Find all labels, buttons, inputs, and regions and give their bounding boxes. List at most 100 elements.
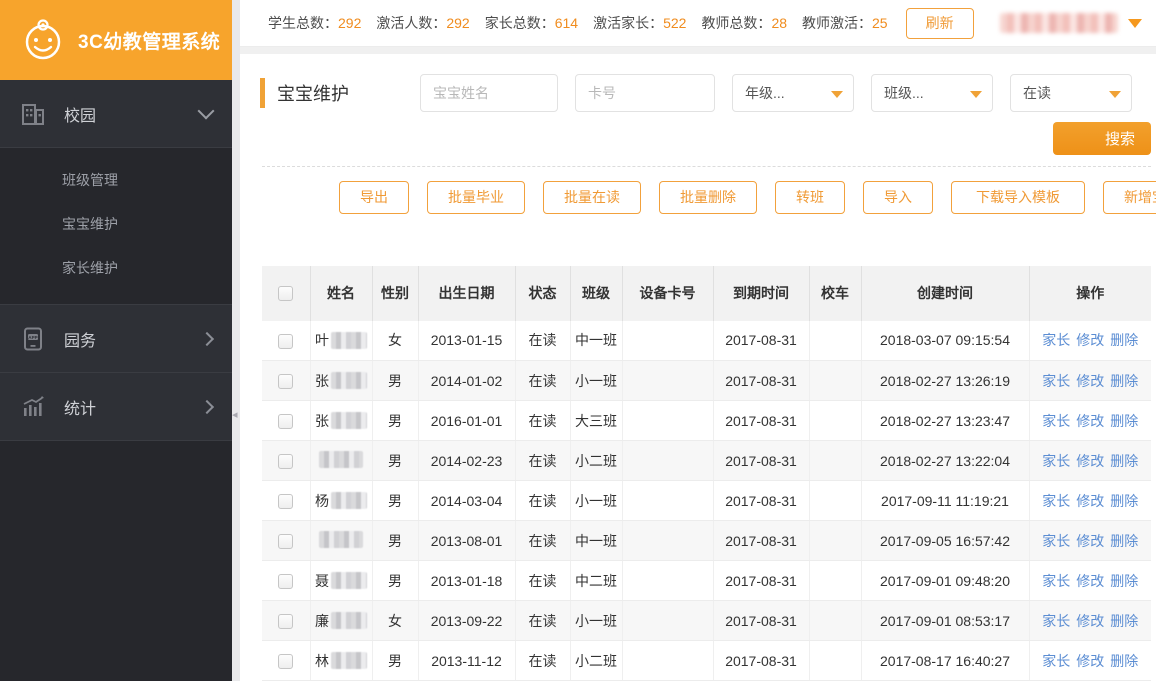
page-title: 宝宝维护 bbox=[277, 84, 349, 104]
action-button-0[interactable]: 导出 bbox=[339, 180, 409, 214]
action-button-1[interactable]: 批量毕业 bbox=[427, 180, 525, 214]
edit-link[interactable]: 修改 bbox=[1076, 373, 1104, 389]
redacted-name-mosaic bbox=[319, 530, 363, 548]
delete-link[interactable]: 删除 bbox=[1110, 613, 1138, 629]
bus-cell bbox=[809, 360, 862, 401]
refresh-button[interactable]: 刷新 bbox=[905, 7, 974, 39]
sidebar-gutter: ◂ bbox=[232, 0, 240, 681]
redacted-name-mosaic bbox=[331, 612, 367, 629]
parents-link[interactable]: 家长 bbox=[1042, 373, 1070, 389]
select-all-checkbox[interactable] bbox=[278, 286, 294, 302]
topbar: 学生总数：292 激活人数：292 家长总数：614 激活家长：522 教师总数：28 教… bbox=[240, 0, 1156, 48]
action-button-4[interactable]: 转班 bbox=[775, 180, 845, 214]
parents-link[interactable]: 家长 bbox=[1042, 573, 1070, 589]
action-button-7[interactable]: 新增宝宝 bbox=[1103, 180, 1156, 214]
created-cell: 2017-08-17 16:40:27 bbox=[861, 640, 1030, 681]
delete-link[interactable]: 删除 bbox=[1110, 653, 1138, 669]
edit-link[interactable]: 修改 bbox=[1076, 573, 1104, 589]
grade-select-value: 年级... bbox=[745, 85, 785, 101]
operations-cell: 家长 修改 删除 bbox=[1029, 560, 1151, 601]
action-button-2[interactable]: 批量在读 bbox=[543, 180, 641, 214]
status-cell: 在读 bbox=[515, 440, 571, 481]
birth-cell: 2016-01-01 bbox=[418, 400, 516, 441]
edit-link[interactable]: 修改 bbox=[1076, 493, 1104, 509]
sidebar-item-class-management[interactable]: 班级管理 bbox=[0, 158, 232, 202]
edit-link[interactable]: 修改 bbox=[1076, 533, 1104, 549]
device-card-cell bbox=[622, 360, 714, 401]
card-number-input[interactable] bbox=[575, 74, 715, 112]
parents-link[interactable]: 家长 bbox=[1042, 453, 1070, 469]
col-header-class: 班级 bbox=[570, 265, 623, 321]
delete-link[interactable]: 删除 bbox=[1110, 533, 1138, 549]
parents-link[interactable]: 家长 bbox=[1042, 613, 1070, 629]
stat-item: 家长总数：614 bbox=[484, 15, 579, 32]
row-checkbox[interactable] bbox=[278, 533, 294, 549]
class-cell: 小一班 bbox=[570, 480, 623, 521]
delete-link[interactable]: 删除 bbox=[1110, 493, 1138, 509]
row-checkbox[interactable] bbox=[278, 573, 294, 589]
stats: 学生总数：292 激活人数：292 家长总数：614 激活家长：522 教师总数：28 教… bbox=[268, 13, 888, 33]
sidebar-item-label: 校园 bbox=[64, 107, 97, 125]
status-select[interactable]: 在读 bbox=[1010, 74, 1132, 112]
table-row: 杨 男 2014-03-04 在读 小一班 2017-08-31 2017-09… bbox=[262, 480, 1151, 521]
sidebar-item-statistics[interactable]: 统计 bbox=[0, 373, 232, 441]
edit-link[interactable]: 修改 bbox=[1076, 453, 1104, 469]
edit-link[interactable]: 修改 bbox=[1076, 413, 1104, 429]
sidebar-collapse-handle[interactable]: ◂ bbox=[232, 408, 238, 421]
table-row: 叶 女 2013-01-15 在读 中一班 2017-08-31 2018-03… bbox=[262, 320, 1151, 361]
row-checkbox[interactable] bbox=[278, 493, 294, 509]
select-caret-icon bbox=[1109, 91, 1121, 98]
edit-link[interactable]: 修改 bbox=[1076, 613, 1104, 629]
expire-cell: 2017-08-31 bbox=[713, 600, 810, 641]
row-checkbox[interactable] bbox=[278, 613, 294, 629]
svg-text:APP: APP bbox=[28, 335, 37, 340]
parents-link[interactable]: 家长 bbox=[1042, 332, 1070, 348]
edit-link[interactable]: 修改 bbox=[1076, 332, 1104, 348]
select-caret-icon bbox=[970, 91, 982, 98]
sidebar-item-parent-maintenance[interactable]: 家长维护 bbox=[0, 246, 232, 290]
row-checkbox[interactable] bbox=[278, 333, 294, 349]
edit-link[interactable]: 修改 bbox=[1076, 653, 1104, 669]
table-row: 男 2014-02-23 在读 小二班 2017-08-31 2018-02-2… bbox=[262, 440, 1151, 481]
col-header-expire: 到期时间 bbox=[713, 265, 810, 321]
parents-link[interactable]: 家长 bbox=[1042, 653, 1070, 669]
class-cell: 小二班 bbox=[570, 640, 623, 681]
delete-link[interactable]: 删除 bbox=[1110, 332, 1138, 348]
class-select[interactable]: 班级... bbox=[871, 74, 993, 112]
class-cell: 小一班 bbox=[570, 360, 623, 401]
delete-link[interactable]: 删除 bbox=[1110, 453, 1138, 469]
class-cell: 大三班 bbox=[570, 400, 623, 441]
action-button-6[interactable]: 下载导入模板 bbox=[951, 180, 1085, 214]
search-button[interactable]: 搜索 bbox=[1053, 122, 1151, 155]
sidebar-item-baby-maintenance[interactable]: 宝宝维护 bbox=[0, 202, 232, 246]
bar-chart-icon bbox=[23, 395, 44, 416]
sidebar-item-label: 园务 bbox=[64, 332, 97, 350]
gender-cell: 女 bbox=[372, 320, 419, 361]
parents-link[interactable]: 家长 bbox=[1042, 533, 1070, 549]
delete-link[interactable]: 删除 bbox=[1110, 373, 1138, 389]
parents-link[interactable]: 家长 bbox=[1042, 413, 1070, 429]
created-cell: 2018-02-27 13:22:04 bbox=[861, 440, 1030, 481]
delete-link[interactable]: 删除 bbox=[1110, 573, 1138, 589]
row-checkbox[interactable] bbox=[278, 653, 294, 669]
row-checkbox[interactable] bbox=[278, 453, 294, 469]
user-menu[interactable] bbox=[1000, 13, 1142, 34]
stat-value: 25 bbox=[872, 15, 888, 32]
parents-link[interactable]: 家长 bbox=[1042, 493, 1070, 509]
action-button-5[interactable]: 导入 bbox=[863, 180, 933, 214]
created-cell: 2018-02-27 13:23:47 bbox=[861, 400, 1030, 441]
row-checkbox[interactable] bbox=[278, 373, 294, 389]
grade-select[interactable]: 年级... bbox=[732, 74, 854, 112]
device-card-cell bbox=[622, 440, 714, 481]
sidebar-item-affairs[interactable]: APP 园务 bbox=[0, 305, 232, 373]
baby-name-input[interactable] bbox=[420, 74, 558, 112]
delete-link[interactable]: 删除 bbox=[1110, 413, 1138, 429]
action-button-3[interactable]: 批量删除 bbox=[659, 180, 757, 214]
row-checkbox[interactable] bbox=[278, 413, 294, 429]
device-card-cell bbox=[622, 480, 714, 521]
stat-item: 教师总数：28 bbox=[701, 15, 788, 32]
device-card-cell bbox=[622, 520, 714, 561]
baby-name: 聂 bbox=[315, 571, 367, 591]
table-row: 男 2013-08-01 在读 中一班 2017-08-31 2017-09-0… bbox=[262, 520, 1151, 561]
sidebar-item-campus[interactable]: 校园 bbox=[0, 80, 232, 148]
